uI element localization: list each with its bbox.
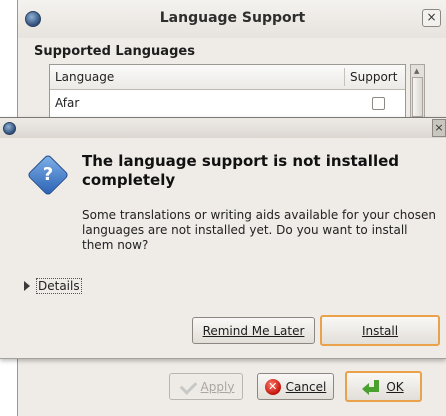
table-header: Language Support bbox=[50, 65, 405, 90]
remind-later-button[interactable]: Remind Me Later bbox=[192, 317, 315, 344]
language-name: Afar bbox=[55, 96, 80, 110]
install-prompt-dialog: × ? The language support is not installe… bbox=[0, 117, 446, 359]
ok-button[interactable]: OK bbox=[345, 371, 422, 402]
dialog-heading: The language support is not installed co… bbox=[82, 152, 399, 189]
dialog-close-button[interactable]: × bbox=[432, 119, 446, 137]
apply-label: Apply bbox=[200, 379, 235, 394]
dialog-title-bar[interactable]: × bbox=[0, 118, 446, 138]
title-bar[interactable]: Language Support × bbox=[18, 0, 446, 38]
dialog-message: Some translations or writing aids availa… bbox=[82, 208, 436, 252]
window-title: Language Support bbox=[159, 10, 306, 26]
support-checkbox[interactable] bbox=[372, 97, 385, 110]
details-expander[interactable]: Details bbox=[24, 278, 82, 294]
cancel-label: Cancel bbox=[285, 379, 327, 394]
close-button[interactable]: × bbox=[422, 9, 441, 27]
scrollbar-thumb[interactable] bbox=[412, 77, 423, 117]
ok-arrow-icon bbox=[362, 378, 381, 396]
globe-icon bbox=[3, 122, 16, 135]
remind-later-label: Remind Me Later bbox=[202, 323, 305, 338]
install-button[interactable]: Install bbox=[320, 315, 440, 346]
ok-label: OK bbox=[386, 379, 404, 394]
cancel-icon: ✕ bbox=[264, 378, 281, 395]
apply-button[interactable]: Apply bbox=[169, 373, 243, 400]
install-label: Install bbox=[361, 323, 399, 338]
column-separator bbox=[344, 68, 345, 86]
check-icon bbox=[178, 378, 196, 396]
expander-arrow-icon bbox=[24, 281, 30, 291]
scroll-up-icon[interactable]: ▲ bbox=[414, 67, 419, 75]
details-label: Details bbox=[36, 278, 82, 294]
column-header-language[interactable]: Language bbox=[55, 70, 114, 84]
section-title: Supported Languages bbox=[34, 44, 195, 59]
question-mark-glyph: ? bbox=[42, 164, 54, 185]
cancel-button[interactable]: ✕ Cancel bbox=[257, 373, 334, 400]
column-header-support[interactable]: Support bbox=[350, 70, 397, 84]
